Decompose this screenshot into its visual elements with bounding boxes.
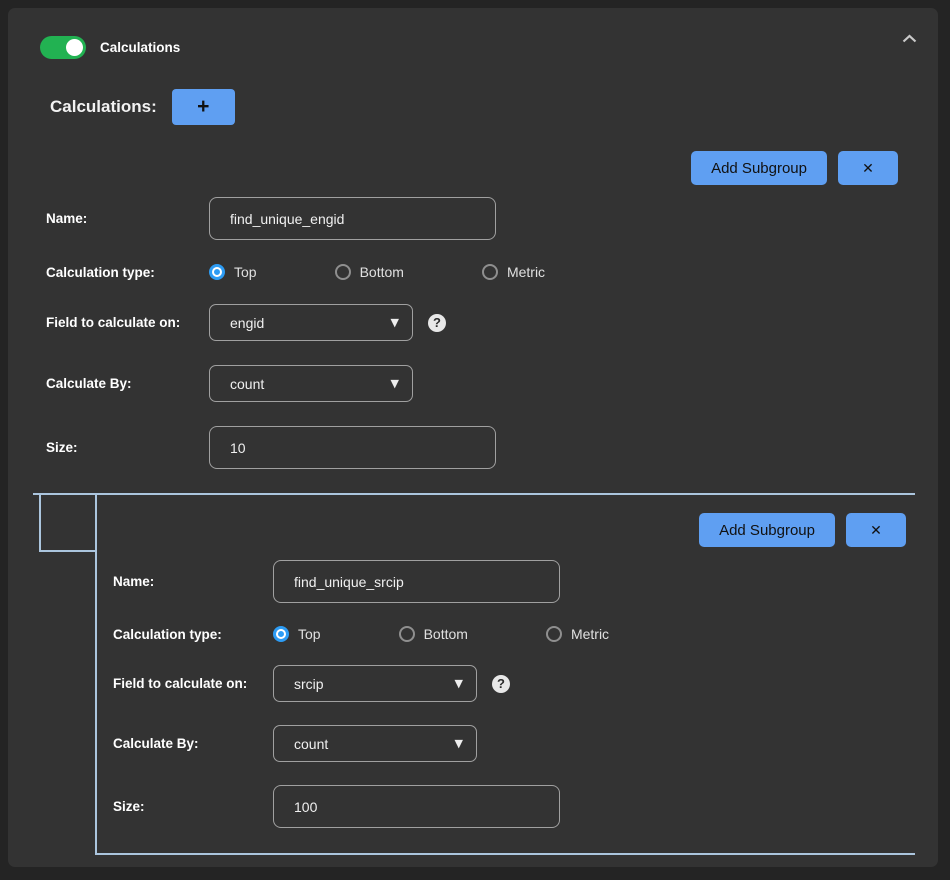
field-to-calculate-value: engid bbox=[230, 315, 264, 331]
field-to-calculate-value: srcip bbox=[294, 676, 324, 692]
radio-selected-icon bbox=[273, 626, 289, 642]
size-input[interactable] bbox=[273, 785, 560, 828]
radio-option-bottom[interactable]: Bottom bbox=[335, 264, 404, 280]
calculate-by-label: Calculate By: bbox=[113, 736, 273, 751]
field-to-calculate-label: Field to calculate on: bbox=[113, 676, 273, 691]
radio-selected-icon bbox=[209, 264, 225, 280]
radio-unselected-icon bbox=[482, 264, 498, 280]
close-icon: ✕ bbox=[862, 160, 874, 176]
calculate-by-select[interactable]: count ▼ bbox=[209, 365, 413, 402]
remove-group-button[interactable]: ✕ bbox=[838, 151, 898, 185]
size-row: Size: bbox=[46, 426, 938, 469]
calculate-by-value: count bbox=[230, 376, 264, 392]
toggle-label: Calculations bbox=[100, 40, 180, 55]
subgroup-container: Add Subgroup ✕ Name: Calculation type: T… bbox=[33, 493, 915, 855]
add-subgroup-button[interactable]: Add Subgroup bbox=[691, 151, 827, 185]
panel-header: Calculations bbox=[8, 8, 938, 59]
calculation-type-row: Calculation type: Top Bottom Metric bbox=[113, 626, 915, 642]
calculation-type-label: Calculation type: bbox=[46, 265, 209, 280]
radio-unselected-icon bbox=[335, 264, 351, 280]
name-label: Name: bbox=[46, 211, 209, 226]
size-label: Size: bbox=[113, 799, 273, 814]
calculations-toggle[interactable] bbox=[40, 36, 86, 59]
dropdown-arrow-icon: ▼ bbox=[455, 677, 463, 690]
size-label: Size: bbox=[46, 440, 209, 455]
remove-group-button[interactable]: ✕ bbox=[846, 513, 906, 547]
calculation-type-row: Calculation type: Top Bottom Metric bbox=[46, 264, 938, 280]
radio-unselected-icon bbox=[546, 626, 562, 642]
radio-unselected-icon bbox=[399, 626, 415, 642]
radio-option-metric[interactable]: Metric bbox=[546, 626, 609, 642]
calculations-heading: Calculations: bbox=[50, 97, 157, 117]
group-2-actions: Add Subgroup ✕ bbox=[97, 513, 906, 547]
radio-option-metric[interactable]: Metric bbox=[482, 264, 545, 280]
calculation-type-radio-group: Top Bottom Metric bbox=[273, 626, 609, 642]
close-icon: ✕ bbox=[870, 522, 882, 538]
name-label: Name: bbox=[113, 574, 273, 589]
name-input[interactable] bbox=[273, 560, 560, 603]
name-input[interactable] bbox=[209, 197, 496, 240]
subgroup-tree-handle bbox=[39, 495, 95, 552]
toggle-knob-icon bbox=[66, 39, 83, 56]
help-icon[interactable]: ? bbox=[492, 675, 510, 693]
calculation-group-2: Add Subgroup ✕ Name: Calculation type: T… bbox=[95, 495, 915, 855]
calculate-by-label: Calculate By: bbox=[46, 376, 209, 391]
radio-label-bottom: Bottom bbox=[424, 626, 468, 642]
add-calculation-button[interactable]: + bbox=[172, 89, 235, 125]
calculate-by-select[interactable]: count ▼ bbox=[273, 725, 477, 762]
radio-option-top[interactable]: Top bbox=[209, 264, 257, 280]
dropdown-arrow-icon: ▼ bbox=[391, 316, 399, 329]
dropdown-arrow-icon: ▼ bbox=[455, 737, 463, 750]
size-input[interactable] bbox=[209, 426, 496, 469]
name-row: Name: bbox=[46, 197, 938, 240]
help-icon[interactable]: ? bbox=[428, 314, 446, 332]
calculate-by-row: Calculate By: count ▼ bbox=[46, 365, 938, 402]
chevron-up-icon[interactable] bbox=[901, 34, 918, 44]
size-row: Size: bbox=[113, 785, 915, 828]
radio-label-bottom: Bottom bbox=[360, 264, 404, 280]
field-to-calculate-select[interactable]: engid ▼ bbox=[209, 304, 413, 341]
calculation-type-radio-group: Top Bottom Metric bbox=[209, 264, 545, 280]
radio-label-metric: Metric bbox=[507, 264, 545, 280]
field-to-calculate-select[interactable]: srcip ▼ bbox=[273, 665, 477, 702]
calculation-type-label: Calculation type: bbox=[113, 627, 273, 642]
radio-option-bottom[interactable]: Bottom bbox=[399, 626, 468, 642]
field-to-calculate-label: Field to calculate on: bbox=[46, 315, 209, 330]
calculations-heading-row: Calculations: + bbox=[50, 89, 938, 125]
group-1-actions: Add Subgroup ✕ bbox=[8, 151, 898, 185]
calculate-by-value: count bbox=[294, 736, 328, 752]
field-to-calculate-row: Field to calculate on: srcip ▼ ? bbox=[113, 665, 915, 702]
add-subgroup-button[interactable]: Add Subgroup bbox=[699, 513, 835, 547]
calculation-group-1: Add Subgroup ✕ Name: Calculation type: T… bbox=[8, 151, 938, 855]
calculate-by-row: Calculate By: count ▼ bbox=[113, 725, 915, 762]
field-to-calculate-row: Field to calculate on: engid ▼ ? bbox=[46, 304, 938, 341]
radio-label-top: Top bbox=[234, 264, 257, 280]
radio-label-metric: Metric bbox=[571, 626, 609, 642]
radio-option-top[interactable]: Top bbox=[273, 626, 321, 642]
radio-label-top: Top bbox=[298, 626, 321, 642]
calculations-panel: Calculations Calculations: + Add Subgrou… bbox=[8, 8, 938, 867]
name-row: Name: bbox=[113, 560, 915, 603]
dropdown-arrow-icon: ▼ bbox=[391, 377, 399, 390]
